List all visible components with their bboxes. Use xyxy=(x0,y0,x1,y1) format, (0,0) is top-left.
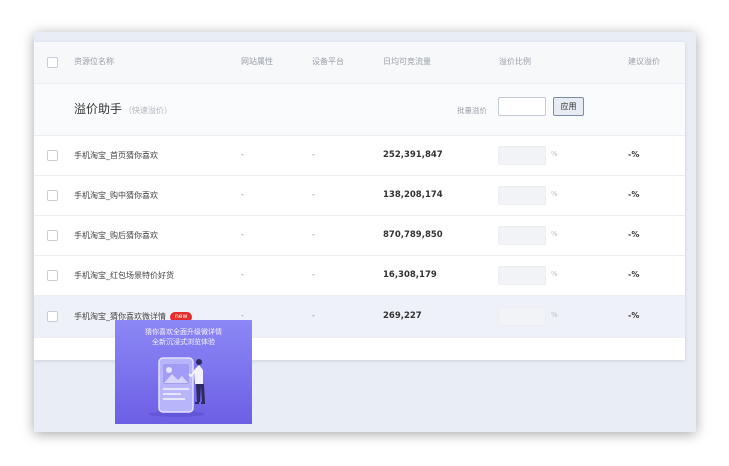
percent-sign: % xyxy=(551,311,558,319)
percent-sign: % xyxy=(551,270,558,278)
micro-detail-promo-popover[interactable]: 猜你喜欢全面升级微详情 全新沉浸式浏览体验 xyxy=(115,320,252,424)
table-row: 手机淘宝_首页猜你喜欢 - - 252,391,847 % -% xyxy=(34,136,685,176)
premium-assistant-title: 溢价助手 （快速溢价） xyxy=(74,100,172,117)
promo-line-2: 全新沉浸式浏览体验 xyxy=(152,338,215,346)
col-device-platform: 设备平台 xyxy=(312,57,344,66)
daily-traffic: 269,227 xyxy=(383,311,422,321)
device-platform: - xyxy=(312,190,315,199)
toolbar-title-text: 溢价助手 xyxy=(74,102,123,116)
table-row: 手机淘宝_红包场景特价好货 - - 16,308,179 % -% xyxy=(34,256,685,296)
suggested-premium: -% xyxy=(628,150,640,159)
daily-traffic: 138,208,174 xyxy=(383,190,443,200)
percent-sign: % xyxy=(551,150,558,158)
col-premium-ratio: 溢价比例 xyxy=(499,57,531,66)
batch-premium-label: 批量溢价 xyxy=(457,106,487,115)
resource-name: 手机淘宝_红包场景特价好货 xyxy=(74,271,174,280)
site-attribute: - xyxy=(241,311,244,320)
phone-person-illustration xyxy=(149,357,205,417)
row-checkbox[interactable] xyxy=(47,150,58,161)
percent-sign: % xyxy=(551,230,558,238)
device-platform: - xyxy=(312,311,315,320)
batch-premium-input[interactable] xyxy=(498,97,546,116)
premium-table: 资源位名称 网站属性 设备平台 日均可竞流量 溢价比例 建议溢价 溢价助手 （快速… xyxy=(34,42,685,360)
suggested-premium: -% xyxy=(628,311,640,320)
resource-name: 手机淘宝_购中猜你喜欢 xyxy=(74,191,158,200)
site-attribute: - xyxy=(241,150,244,159)
premium-ratio-input[interactable] xyxy=(498,266,546,285)
site-attribute: - xyxy=(241,190,244,199)
row-checkbox[interactable] xyxy=(47,270,58,281)
row-checkbox[interactable] xyxy=(47,190,58,201)
daily-traffic: 870,789,850 xyxy=(383,230,443,240)
suggested-premium: -% xyxy=(628,190,640,199)
select-all-checkbox[interactable] xyxy=(47,57,58,68)
table-header: 资源位名称 网站属性 设备平台 日均可竞流量 溢价比例 建议溢价 xyxy=(34,42,685,84)
site-attribute: - xyxy=(241,270,244,279)
apply-button[interactable]: 应用 xyxy=(553,97,584,116)
col-daily-traffic[interactable]: 日均可竞流量 xyxy=(383,56,431,67)
row-checkbox[interactable] xyxy=(47,311,58,322)
col-resource-name[interactable]: 资源位名称 xyxy=(74,56,114,67)
row-checkbox[interactable] xyxy=(47,230,58,241)
device-platform: - xyxy=(312,150,315,159)
table-row: 手机淘宝_购中猜你喜欢 - - 138,208,174 % -% xyxy=(34,176,685,216)
premium-ratio-input[interactable] xyxy=(498,146,546,165)
col-suggested-premium: 建议溢价 xyxy=(628,57,660,66)
percent-sign: % xyxy=(551,190,558,198)
app-window: 资源位名称 网站属性 设备平台 日均可竞流量 溢价比例 建议溢价 溢价助手 （快速… xyxy=(34,32,696,432)
daily-traffic: 252,391,847 xyxy=(383,150,443,160)
daily-traffic: 16,308,179 xyxy=(383,270,437,280)
toolbar-subtitle: （快速溢价） xyxy=(124,106,173,115)
premium-assistant-bar: 溢价助手 （快速溢价） 批量溢价 应用 xyxy=(34,84,685,136)
resource-name: 手机淘宝_首页猜你喜欢 xyxy=(74,151,158,160)
premium-ratio-input[interactable] xyxy=(498,307,546,326)
device-platform: - xyxy=(312,230,315,239)
table-row: 手机淘宝_购后猜你喜欢 - - 870,789,850 % -% xyxy=(34,216,685,256)
suggested-premium: -% xyxy=(628,230,640,239)
promo-line-1: 猜你喜欢全面升级微详情 xyxy=(145,328,222,336)
resource-name: 手机淘宝_购后猜你喜欢 xyxy=(74,231,158,240)
premium-ratio-input[interactable] xyxy=(498,226,546,245)
col-site-attribute: 网站属性 xyxy=(241,57,273,66)
site-attribute: - xyxy=(241,230,244,239)
suggested-premium: -% xyxy=(628,270,640,279)
premium-ratio-input[interactable] xyxy=(498,186,546,205)
device-platform: - xyxy=(312,270,315,279)
